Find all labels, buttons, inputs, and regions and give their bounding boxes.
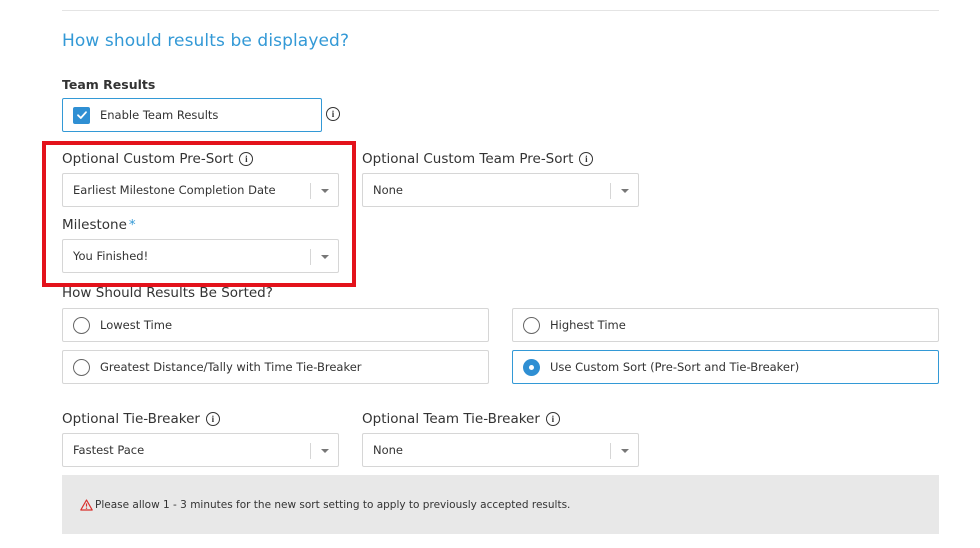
chevron-down-icon <box>621 449 629 453</box>
radio-button-icon <box>523 316 540 334</box>
info-icon[interactable]: i <box>579 152 594 166</box>
team-pre-sort-value: None <box>373 183 404 197</box>
info-icon[interactable]: i <box>326 107 340 121</box>
notice-text: Please allow 1 - 3 minutes for the new s… <box>95 498 571 511</box>
highlight-annotation-box <box>42 141 356 287</box>
team-results-label: Team Results <box>62 77 156 92</box>
team-tie-breaker-select[interactable]: None <box>362 433 639 467</box>
team-tie-breaker-label: Optional Team Tie-Breaker <box>362 411 540 427</box>
radio-button-icon <box>73 358 90 376</box>
team-tie-breaker-field-label: Optional Team Tie-Breaker i <box>362 411 560 427</box>
team-tie-breaker-value: None <box>373 443 404 457</box>
sort-option-label: Use Custom Sort (Pre-Sort and Tie-Breake… <box>550 360 800 374</box>
enable-team-results-checkbox[interactable]: Enable Team Results <box>62 98 322 132</box>
warning-triangle-icon <box>80 498 93 511</box>
info-icon[interactable]: i <box>205 412 220 426</box>
info-icon[interactable]: i <box>545 412 560 426</box>
top-divider <box>62 10 939 11</box>
team-pre-sort-label: Optional Custom Team Pre-Sort <box>362 151 574 167</box>
radio-button-selected-icon <box>523 358 540 376</box>
chevron-down-icon <box>321 449 329 453</box>
sort-option-custom-sort[interactable]: Use Custom Sort (Pre-Sort and Tie-Breake… <box>512 350 939 384</box>
sort-notice-banner: Please allow 1 - 3 minutes for the new s… <box>62 475 939 534</box>
sort-option-label: Greatest Distance/Tally with Time Tie-Br… <box>100 360 362 374</box>
radio-button-icon <box>73 316 90 334</box>
tie-breaker-label: Optional Tie-Breaker <box>62 411 200 427</box>
sort-option-greatest-distance[interactable]: Greatest Distance/Tally with Time Tie-Br… <box>62 350 489 384</box>
tie-breaker-select[interactable]: Fastest Pace <box>62 433 339 467</box>
team-pre-sort-field-label: Optional Custom Team Pre-Sort i <box>362 151 594 167</box>
checkmark-icon <box>73 106 90 124</box>
tie-breaker-value: Fastest Pace <box>73 443 145 457</box>
team-pre-sort-select[interactable]: None <box>362 173 639 207</box>
sort-option-highest-time[interactable]: Highest Time <box>512 308 939 342</box>
section-title: How should results be displayed? <box>62 31 350 51</box>
enable-team-results-label: Enable Team Results <box>100 108 219 122</box>
tie-breaker-field-label: Optional Tie-Breaker i <box>62 411 220 427</box>
sort-option-label: Highest Time <box>550 318 626 332</box>
sort-label: How Should Results Be Sorted? <box>62 285 273 301</box>
sort-option-lowest-time[interactable]: Lowest Time <box>62 308 489 342</box>
sort-option-label: Lowest Time <box>100 318 173 332</box>
chevron-down-icon <box>621 189 629 193</box>
